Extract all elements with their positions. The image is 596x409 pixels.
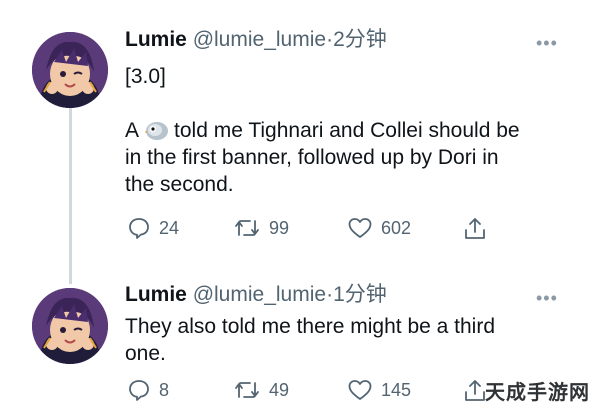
display-name[interactable]: Lumie — [125, 283, 187, 306]
like-count: 602 — [381, 217, 412, 238]
like-button[interactable]: 145 — [347, 378, 411, 402]
tweet-header: Lumie @lumie_lumie·2分钟 — [125, 28, 387, 52]
reply-count: 8 — [159, 379, 170, 400]
like-button[interactable]: 602 — [347, 216, 411, 240]
tweet-line: in the first banner, followed up by Dori… — [125, 146, 499, 169]
watermark: 天成手游网 — [485, 376, 590, 405]
header-separator: · — [326, 283, 334, 306]
thread-connector-line — [69, 108, 72, 284]
tweet-timestamp[interactable]: 1分钟 — [333, 283, 387, 306]
share-icon — [465, 218, 485, 239]
user-handle[interactable]: @lumie_lumie — [193, 28, 326, 51]
retweet-icon — [235, 220, 259, 236]
tweet-line: A told me Tighnari and Collei should be — [125, 117, 565, 144]
reply-icon — [129, 218, 149, 239]
retweet-button[interactable]: 49 — [233, 378, 289, 402]
tweet-line: [3.0] — [125, 65, 166, 88]
tweet-line: the second. — [125, 173, 234, 196]
more-horizontal-icon[interactable]: ••• — [536, 34, 558, 52]
share-icon — [465, 380, 485, 401]
tweet-body: [3.0] A told me Tighnari and Collei shou… — [125, 63, 565, 198]
retweet-count: 99 — [269, 217, 290, 238]
header-separator: · — [326, 28, 334, 51]
tweet-line-text: A told me Tighnari and Collei should be — [125, 119, 520, 142]
heart-icon — [348, 218, 372, 238]
bird-emoji-icon — [144, 119, 169, 148]
more-horizontal-icon[interactable]: ••• — [536, 289, 558, 307]
like-count: 145 — [381, 379, 412, 400]
tweet-actions: 24 99 602 — [125, 216, 505, 246]
tweet-body: They also told me there might be a third… — [125, 313, 565, 367]
tweet-thread: Lumie @lumie_lumie·2分钟 ••• [3.0] A told … — [0, 0, 596, 409]
user-handle[interactable]: @lumie_lumie — [193, 283, 326, 306]
reply-icon — [129, 380, 149, 401]
tweet-line: one. — [125, 342, 166, 365]
watermark-text: 天成手游网 — [485, 382, 590, 404]
tweet-actions: 8 49 145 — [125, 378, 505, 408]
reply-button[interactable]: 24 — [127, 216, 179, 240]
share-button[interactable] — [463, 216, 495, 242]
tweet-line — [125, 90, 565, 117]
tweet-timestamp[interactable]: 2分钟 — [333, 28, 387, 51]
display-name[interactable]: Lumie — [125, 28, 187, 51]
retweet-icon — [235, 382, 259, 398]
tweet-line: They also told me there might be a third — [125, 315, 496, 338]
avatar[interactable] — [32, 32, 108, 108]
reply-count: 24 — [159, 217, 180, 238]
reply-button[interactable]: 8 — [127, 378, 169, 402]
retweet-count: 49 — [269, 379, 290, 400]
avatar[interactable] — [32, 288, 108, 364]
retweet-button[interactable]: 99 — [233, 216, 289, 240]
tweet-header: Lumie @lumie_lumie·1分钟 — [125, 283, 387, 307]
heart-icon — [348, 380, 372, 400]
